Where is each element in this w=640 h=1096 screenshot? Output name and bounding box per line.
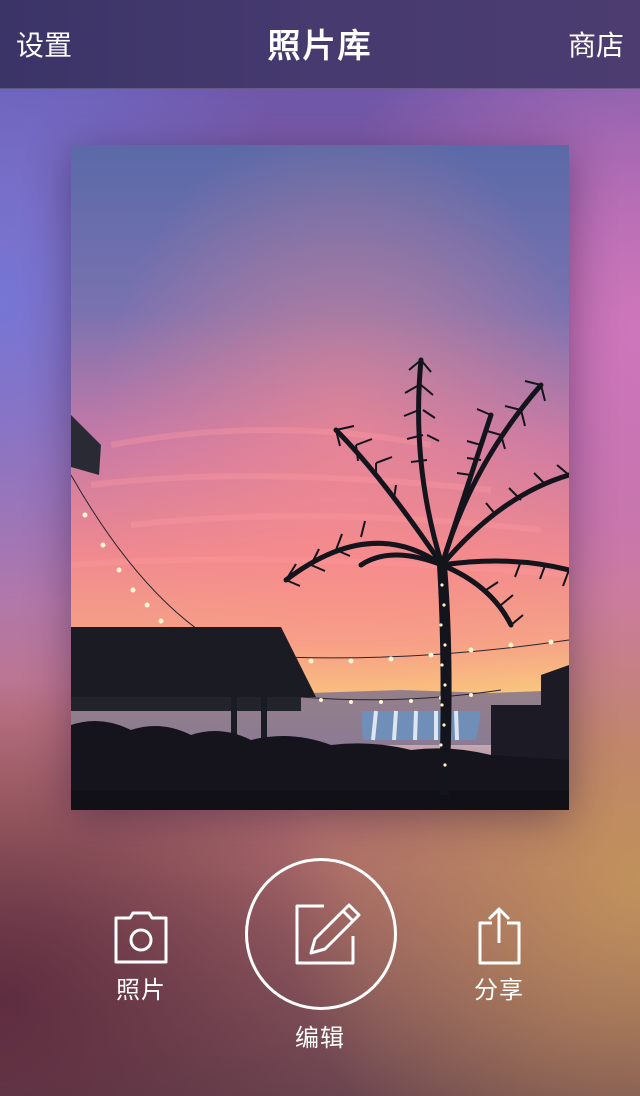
edit-label: 编辑 [295,1024,345,1052]
photos-button[interactable]: 照片 [100,910,182,1004]
share-button[interactable]: 分享 [458,905,540,1004]
store-button[interactable]: 商店 [568,0,624,88]
photo-preview[interactable] [71,145,569,810]
photos-label: 照片 [116,976,166,1004]
edit-pencil-icon [295,903,361,965]
share-label: 分享 [474,976,524,1004]
edit-button[interactable] [245,858,397,1010]
page-title: 照片库 [267,26,373,65]
camera-icon [114,911,168,964]
top-nav-bar: 设置 照片库 商店 [0,0,640,89]
sunset-palm-photo [71,145,569,810]
share-icon [478,907,521,965]
